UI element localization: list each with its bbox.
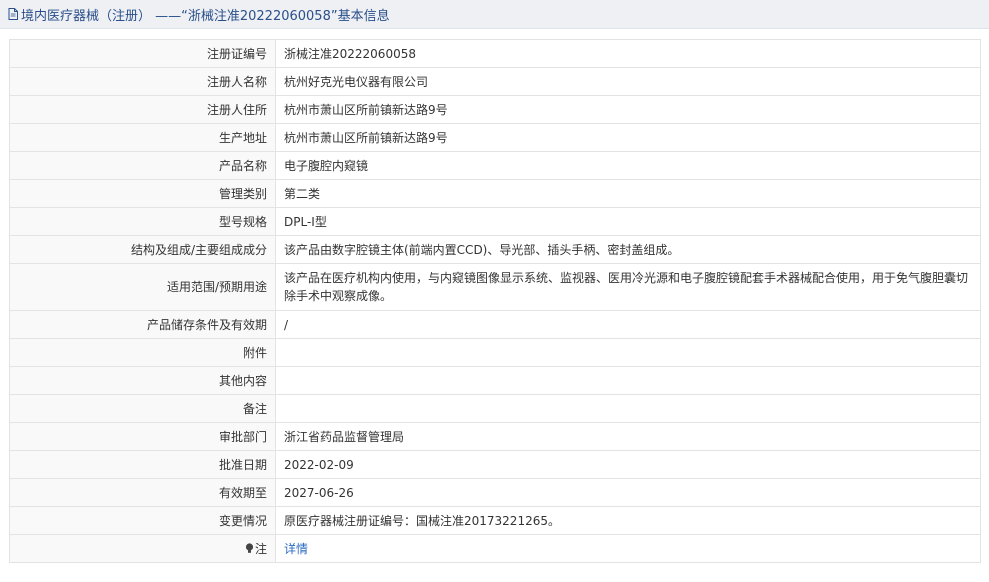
- row-value: 浙江省药品监督管理局: [275, 422, 981, 451]
- table-row: 备注: [9, 394, 981, 423]
- row-label: 生产地址: [9, 123, 276, 152]
- row-value: [275, 338, 981, 367]
- table-row: 审批部门 浙江省药品监督管理局: [9, 422, 981, 451]
- table-row: 注册证编号 浙械注准20222060058: [9, 39, 981, 68]
- table-row: 附件: [9, 338, 981, 367]
- table-row: 批准日期 2022-02-09: [9, 450, 981, 479]
- row-value: 原医疗器械注册证编号：国械注准20173221265。: [275, 506, 981, 535]
- row-label: 注册证编号: [9, 39, 276, 68]
- row-label: 注册人住所: [9, 95, 276, 124]
- details-link[interactable]: 详情: [284, 542, 308, 556]
- table-row: 注册人名称 杭州好克光电仪器有限公司: [9, 67, 981, 96]
- row-value: 第二类: [275, 179, 981, 208]
- row-value: /: [275, 310, 981, 339]
- row-value: [275, 394, 981, 423]
- table-row: 生产地址 杭州市萧山区所前镇新达路9号: [9, 123, 981, 152]
- row-value: 电子腹腔内窥镜: [275, 151, 981, 180]
- row-value: 杭州好克光电仪器有限公司: [275, 67, 981, 96]
- note-label: 注: [254, 541, 267, 556]
- row-value: [275, 366, 981, 395]
- row-value: 杭州市萧山区所前镇新达路9号: [275, 95, 981, 124]
- lightbulb-icon: [245, 542, 254, 553]
- table-row: 型号规格 DPL-Ⅰ型: [9, 207, 981, 236]
- row-label: 有效期至: [9, 478, 276, 507]
- row-value: 2022-02-09: [275, 450, 981, 479]
- note-label-cell: 注: [9, 534, 276, 563]
- row-label: 其他内容: [9, 366, 276, 395]
- table-row: 变更情况 原医疗器械注册证编号：国械注准20173221265。: [9, 506, 981, 535]
- table-row: 产品储存条件及有效期 /: [9, 310, 981, 339]
- row-label: 注册人名称: [9, 67, 276, 96]
- row-label: 产品储存条件及有效期: [9, 310, 276, 339]
- page-title: 境内医疗器械（注册） ——“浙械注准20222060058”基本信息: [21, 8, 390, 24]
- table-row: 管理类别 第二类: [9, 179, 981, 208]
- row-label: 结构及组成/主要组成成分: [9, 235, 276, 264]
- document-icon: [8, 8, 18, 20]
- table-row: 结构及组成/主要组成成分 该产品由数字腔镜主体(前端内置CCD)、导光部、插头手…: [9, 235, 981, 264]
- row-value: 杭州市萧山区所前镇新达路9号: [275, 123, 981, 152]
- row-value: DPL-Ⅰ型: [275, 207, 981, 236]
- row-value: 浙械注准20222060058: [275, 39, 981, 68]
- row-value: 该产品在医疗机构内使用，与内窥镜图像显示系统、监视器、医用冷光源和电子腹腔镜配套…: [275, 263, 981, 311]
- row-label: 产品名称: [9, 151, 276, 180]
- row-label: 管理类别: [9, 179, 276, 208]
- table-row: 其他内容: [9, 366, 981, 395]
- table-row: 有效期至 2027-06-26: [9, 478, 981, 507]
- row-label: 型号规格: [9, 207, 276, 236]
- row-value: 2027-06-26: [275, 478, 981, 507]
- title-bar: 境内医疗器械（注册） ——“浙械注准20222060058”基本信息: [0, 0, 989, 29]
- info-table-container: 注册证编号 浙械注准20222060058 注册人名称 杭州好克光电仪器有限公司…: [9, 39, 981, 563]
- row-label: 变更情况: [9, 506, 276, 535]
- table-row: 适用范围/预期用途 该产品在医疗机构内使用，与内窥镜图像显示系统、监视器、医用冷…: [9, 263, 981, 311]
- info-table: 注册证编号 浙械注准20222060058 注册人名称 杭州好克光电仪器有限公司…: [9, 39, 981, 563]
- note-row: 注 详情: [9, 534, 981, 563]
- note-value-cell: 详情: [275, 534, 981, 563]
- table-row: 产品名称 电子腹腔内窥镜: [9, 151, 981, 180]
- row-value: 该产品由数字腔镜主体(前端内置CCD)、导光部、插头手柄、密封盖组成。: [275, 235, 981, 264]
- table-row: 注册人住所 杭州市萧山区所前镇新达路9号: [9, 95, 981, 124]
- row-label: 备注: [9, 394, 276, 423]
- row-label: 审批部门: [9, 422, 276, 451]
- row-label: 适用范围/预期用途: [9, 263, 276, 311]
- row-label: 附件: [9, 338, 276, 367]
- row-label: 批准日期: [9, 450, 276, 479]
